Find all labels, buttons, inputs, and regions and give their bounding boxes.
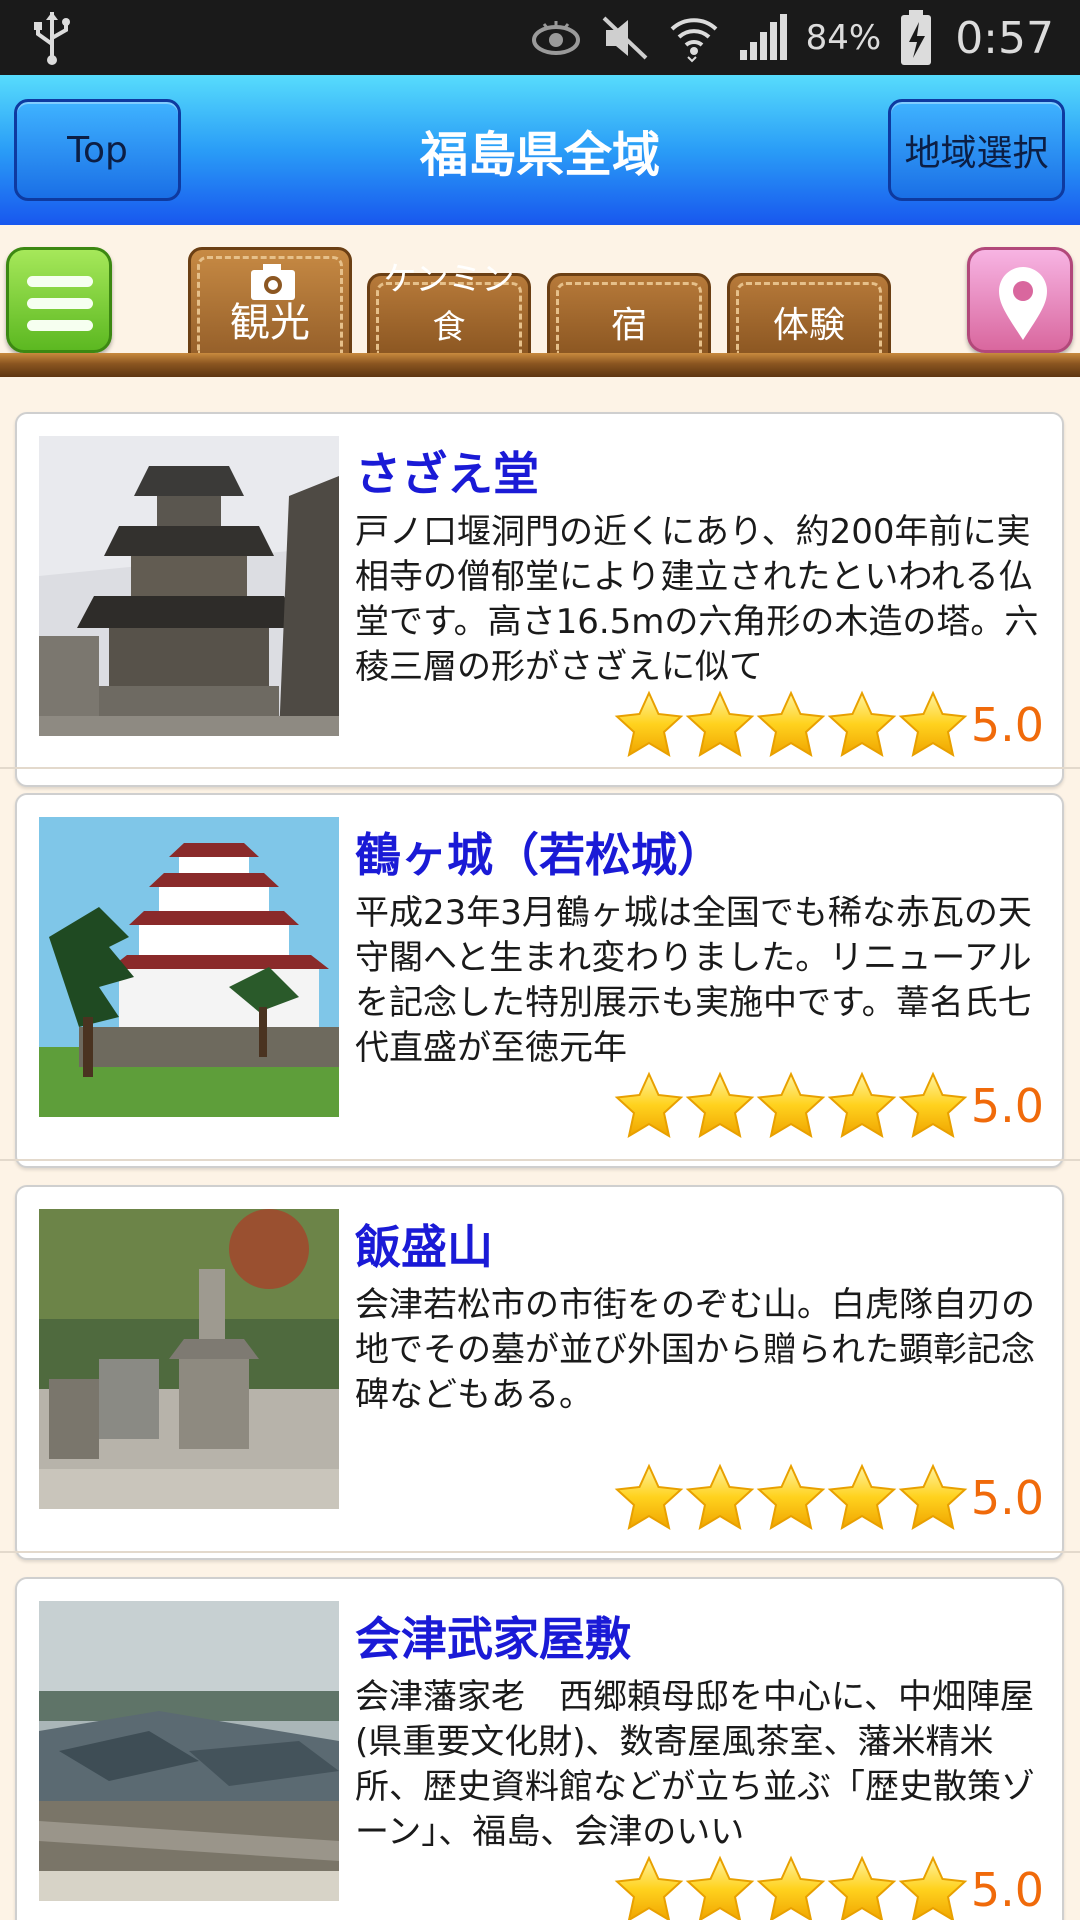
region-select-button[interactable]: 地域選択 bbox=[888, 99, 1065, 201]
spot-name: 飯盛山 bbox=[355, 1220, 493, 1274]
rating: 5.0 bbox=[614, 688, 1044, 762]
category-tab-bar: 観光 ケンミン食 宿 体験 bbox=[0, 225, 1080, 377]
spot-description: 戸ノ口堰洞門の近くにあり、約200年前に実相寺の僧郁堂により建立されたといわれる… bbox=[355, 512, 1039, 687]
rating: 5.0 bbox=[614, 1853, 1044, 1920]
map-pin-button[interactable] bbox=[967, 247, 1073, 353]
status-bar: 84% 0:57 bbox=[0, 0, 1080, 75]
app-header: Top 福島県全域 地域選択 bbox=[0, 75, 1080, 225]
spot-name: さざえ堂 bbox=[355, 447, 539, 501]
rating-score: 5.0 bbox=[970, 1079, 1044, 1133]
star-rating bbox=[614, 1854, 969, 1920]
rating: 5.0 bbox=[614, 1069, 1044, 1143]
tab-label: 観光 bbox=[230, 300, 310, 346]
usb-icon bbox=[34, 12, 70, 65]
spot-card[interactable]: 鶴ヶ城（若松城） 平成23年3月鶴ヶ城は全国でも稀な赤瓦の天守閣へと生まれ変わり… bbox=[15, 793, 1064, 1168]
star-icon bbox=[826, 1854, 898, 1920]
star-icon bbox=[684, 1854, 756, 1920]
star-icon bbox=[897, 1462, 969, 1534]
rating-score: 5.0 bbox=[970, 1863, 1044, 1917]
star-icon bbox=[755, 1854, 827, 1920]
tab-lodging[interactable]: 宿 bbox=[547, 273, 711, 357]
star-icon bbox=[826, 1070, 898, 1142]
star-icon bbox=[755, 1462, 827, 1534]
list-item[interactable]: 会津武家屋敷 会津藩家老 西郷頼母邸を中心に、中畑陣屋(県重要文化財)、数寄屋風… bbox=[0, 1553, 1080, 1920]
battery-percent: 84% bbox=[805, 18, 882, 58]
eye-icon bbox=[531, 21, 580, 55]
star-icon bbox=[897, 1070, 969, 1142]
spot-description: 会津藩家老 西郷頼母邸を中心に、中畑陣屋(県重要文化財)、数寄屋風茶室、藩米精米… bbox=[355, 1677, 1035, 1852]
spot-description: 平成23年3月鶴ヶ城は全国でも稀な赤瓦の天守閣へと生まれ変わりました。リニューア… bbox=[355, 893, 1032, 1068]
star-icon bbox=[613, 1070, 685, 1142]
list-item[interactable]: 鶴ヶ城（若松城） 平成23年3月鶴ヶ城は全国でも稀な赤瓦の天守閣へと生まれ変わり… bbox=[0, 769, 1080, 1168]
star-icon bbox=[684, 1070, 756, 1142]
tab-label: ケンミン食 bbox=[383, 259, 515, 346]
star-icon bbox=[826, 1462, 898, 1534]
tab-experience[interactable]: 体験 bbox=[727, 273, 891, 357]
star-icon bbox=[826, 689, 898, 761]
map-pin-icon bbox=[999, 267, 1047, 340]
list-item[interactable]: 飯盛山 会津若松市の市街をのぞむ山。白虎隊自刃の地でその墓が並び外国から贈られた… bbox=[0, 1161, 1080, 1560]
spot-card[interactable]: 会津武家屋敷 会津藩家老 西郷頼母邸を中心に、中畑陣屋(県重要文化財)、数寄屋風… bbox=[15, 1577, 1064, 1920]
list-item[interactable]: さざえ堂 戸ノ口堰洞門の近くにあり、約200年前に実相寺の僧郁堂により建立された… bbox=[0, 377, 1080, 787]
star-icon bbox=[613, 689, 685, 761]
star-icon bbox=[684, 1462, 756, 1534]
top-button[interactable]: Top bbox=[14, 99, 181, 201]
tab-label: 宿 bbox=[610, 305, 647, 346]
star-icon bbox=[613, 1462, 685, 1534]
battery-icon bbox=[901, 10, 932, 65]
star-icon bbox=[897, 689, 969, 761]
signal-icon bbox=[739, 14, 787, 60]
spot-card[interactable]: 飯盛山 会津若松市の市街をのぞむ山。白虎隊自刃の地でその墓が並び外国から贈られた… bbox=[15, 1185, 1064, 1560]
rating: 5.0 bbox=[614, 1461, 1044, 1535]
mute-icon bbox=[602, 16, 647, 60]
rating-score: 5.0 bbox=[970, 698, 1044, 752]
tab-label: 体験 bbox=[772, 305, 845, 346]
star-icon bbox=[755, 689, 827, 761]
spot-thumbnail bbox=[39, 817, 339, 1117]
page-title: 福島県全域 bbox=[419, 127, 660, 183]
tab-local-food[interactable]: ケンミン食 bbox=[367, 259, 531, 357]
star-icon bbox=[684, 689, 756, 761]
star-rating bbox=[614, 1070, 969, 1142]
menu-icon-bar bbox=[27, 320, 93, 331]
spot-card[interactable]: さざえ堂 戸ノ口堰洞門の近くにあり、約200年前に実相寺の僧郁堂により建立された… bbox=[15, 412, 1064, 787]
menu-button[interactable] bbox=[6, 247, 112, 353]
rating-score: 5.0 bbox=[970, 1471, 1044, 1525]
menu-icon bbox=[27, 276, 93, 287]
star-rating bbox=[614, 689, 969, 761]
star-icon bbox=[755, 1070, 827, 1142]
star-icon bbox=[613, 1854, 685, 1920]
star-icon bbox=[897, 1854, 969, 1920]
spot-description: 会津若松市の市街をのぞむ山。白虎隊自刃の地でその墓が並び外国から贈られた顕彰記念… bbox=[355, 1285, 1035, 1415]
tab-rail bbox=[0, 353, 1080, 377]
wifi-icon bbox=[670, 18, 717, 63]
spot-thumbnail bbox=[39, 1601, 339, 1901]
menu-icon-bar bbox=[27, 298, 93, 309]
star-rating bbox=[614, 1462, 969, 1534]
spot-thumbnail bbox=[39, 436, 339, 736]
spot-name: 会津武家屋敷 bbox=[355, 1612, 631, 1666]
tab-sightseeing[interactable]: 観光 bbox=[188, 247, 352, 357]
spot-thumbnail bbox=[39, 1209, 339, 1509]
clock: 0:57 bbox=[955, 12, 1054, 64]
spot-name: 鶴ヶ城（若松城） bbox=[355, 828, 723, 882]
